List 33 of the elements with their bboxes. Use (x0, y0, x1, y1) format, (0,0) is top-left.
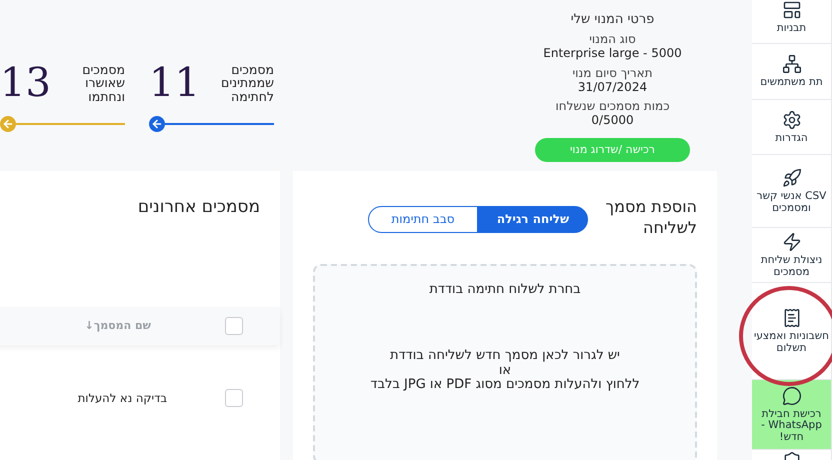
dropzone-text: יש לגרור לכאן מסמך חדש לשליחה בודדת (390, 349, 620, 364)
stat-number: 13 (0, 60, 51, 106)
document-name: בדיקה נא להעלות (78, 390, 167, 405)
plan-field-value: 0/5000 (591, 113, 634, 128)
send-mode-tab[interactable]: סבב חתימות (368, 206, 478, 233)
receipt-icon (782, 308, 802, 328)
gear-icon (782, 110, 802, 130)
rocket-icon (782, 168, 802, 188)
stat-label: מסמכים שאושרו ונחתמו (81, 63, 125, 103)
plan-field-value: Enterprise large - 5000 (543, 46, 682, 61)
dropzone-heading: בחרת לשלוח חתימה בודדת (429, 282, 581, 298)
select-all-checkbox[interactable] (225, 316, 243, 335)
dropzone-text: או (498, 364, 512, 378)
layout-icon (782, 0, 802, 20)
send-mode-tab[interactable]: שליחה רגילה (478, 206, 588, 233)
sidebar-item[interactable]: תבניות (752, 0, 831, 44)
row-checkbox[interactable] (225, 388, 243, 407)
network-icon (782, 54, 802, 74)
dropzone-text: ללחוץ ולהעלות מסמכים מסוג PDF או JPG בלבד (370, 378, 640, 392)
plan-field-label: סוג המנוי (589, 33, 636, 46)
arrow-circle-icon[interactable] (149, 116, 165, 132)
stat-label: מסמכים שממתינים לחתימה (220, 63, 274, 103)
sidebar-item[interactable]: רכישת חבילת WhatsApp - חדש! (752, 380, 831, 450)
stat-number: 11 (149, 60, 200, 106)
lightning-icon (782, 232, 802, 252)
plan-field-value: 31/07/2024 (578, 80, 648, 94)
upload-dropzone[interactable]: בחרת לשלוח חתימה בודדת יש לגרור לכאן מסמך חדש לשליחה בודדת או ללחוץ ולהעלות מסמכים מסוג PDF או JPG בלבד (313, 264, 697, 460)
card-title: מסמכים אחרונים (136, 196, 260, 217)
chat-bubble-icon (782, 386, 802, 406)
card-title: הוספת מסמך לשליחה (604, 196, 697, 238)
plan-title: פרטי המנוי שלי (570, 12, 654, 27)
plan-field-label: תאריך סיום מנוי (572, 66, 653, 80)
plan-field-label: כמות מסמכים שנשלחו (555, 100, 670, 114)
